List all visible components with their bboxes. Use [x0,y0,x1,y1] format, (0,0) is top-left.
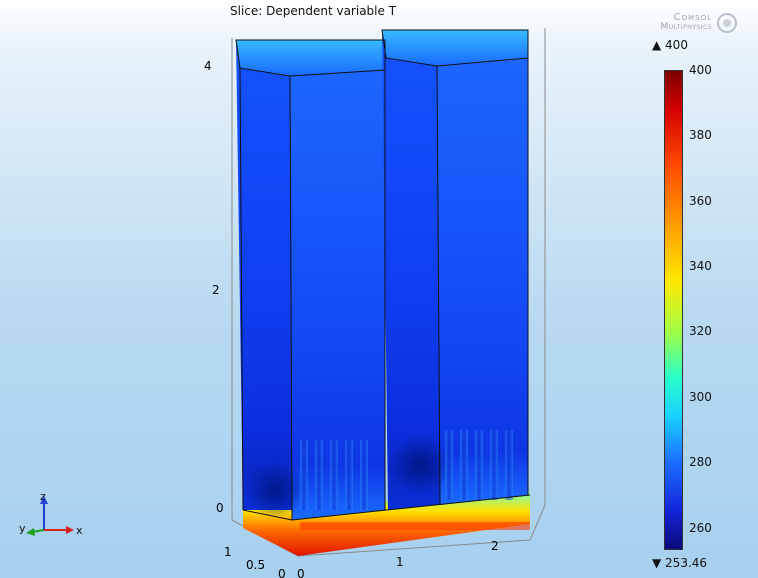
right-cold-spot [388,435,452,495]
x-tick-2: 2 [491,539,499,553]
colorbar-tick-260: 260 [689,521,712,535]
colorbar-tick-280: 280 [689,455,712,469]
colorbar-tick-340: 340 [689,259,712,273]
y-tick-1: 1 [224,545,232,559]
z-tick-0: 0 [216,501,224,515]
triad-x-label: x [76,524,83,537]
y-tick-0.5: 0.5 [246,558,265,572]
logo-line2: Multiphysics [660,22,712,32]
colorbar-tick-360: 360 [689,194,712,208]
colorbar-tick-380: 380 [689,128,712,142]
axis-triad: z x y [19,490,83,537]
triad-y-label: y [19,522,26,535]
z-tick-4: 4 [204,59,212,73]
left-cold-spot [245,462,305,518]
colorbar [664,70,683,550]
logo-icon [717,13,737,33]
slice-plot[interactable]: 4 2 0 0 1 2 1 0.5 0 [0,0,640,578]
x-tick-1: 1 [396,555,404,569]
x-tick-0: 0 [297,567,305,578]
z-tick-2: 2 [212,283,220,297]
colorbar-tick-320: 320 [689,324,712,338]
y-tick-0: 0 [278,567,286,578]
colorbar-tick-300: 300 [689,390,712,404]
base-ridges [300,522,530,530]
colorbar-min-label: ▼ 253.46 [652,556,708,570]
colorbar-tick-400: 400 [689,63,712,77]
colorbar-max-label: ▲ 400 [652,38,688,52]
triad-z-label: z [40,490,46,503]
